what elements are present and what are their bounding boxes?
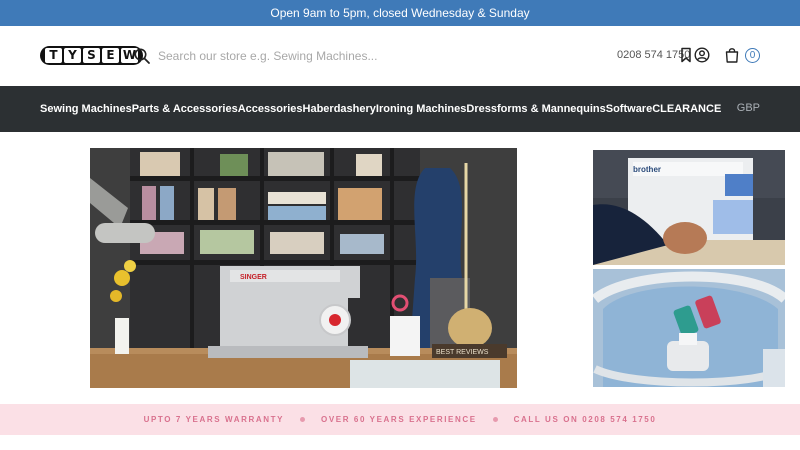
site-logo[interactable]: T Y S E W [40, 45, 143, 65]
announcement-text: Open 9am to 5pm, closed Wednesday & Sund… [270, 6, 530, 20]
logo-mark: T Y S E W [40, 45, 143, 65]
side-banner-embroidery-machine[interactable]: brother [593, 150, 785, 265]
usp-call-us[interactable]: CALL US ON 0208 574 1750 [514, 415, 657, 424]
side-machine-brand: brother [633, 165, 661, 174]
nav-item-accessories[interactable]: Accessories [238, 103, 303, 115]
logo-letter: Y [64, 47, 81, 63]
hero-banner[interactable]: SINGER BEST REVIEWS [90, 148, 517, 388]
search-input[interactable] [158, 46, 458, 66]
nav-item-clearance[interactable]: CLEARANCE [652, 103, 721, 115]
usp-warranty: UPTO 7 YEARS WARRANTY [143, 415, 285, 424]
side-banner-threads[interactable] [593, 269, 785, 387]
nav-item-sewing-machines[interactable]: Sewing Machines [40, 103, 132, 115]
account-icon[interactable] [694, 47, 710, 63]
reviews-label: BEST REVIEWS [436, 349, 489, 356]
hero-image: SINGER BEST REVIEWS [90, 148, 517, 388]
nav-item-ironing-machines[interactable]: Ironing Machines [376, 103, 466, 115]
nav-item-dressforms-mannequins[interactable]: Dressforms & Mannequins [466, 103, 605, 115]
bookmark-icon[interactable] [680, 47, 692, 63]
machine-brand-label: SINGER [240, 274, 267, 281]
main-navigation: Sewing Machines Parts & Accessories Acce… [0, 86, 800, 132]
nav-item-parts-accessories[interactable]: Parts & Accessories [132, 103, 238, 115]
embroidery-machine-image: brother [593, 150, 785, 265]
currency-selector[interactable]: GBP [737, 102, 760, 114]
announcement-bar: Open 9am to 5pm, closed Wednesday & Sund… [0, 0, 800, 26]
threads-image [593, 269, 785, 387]
site-header: T Y S E W 0208 574 1750 0 [0, 26, 800, 86]
cart-icon[interactable] [725, 47, 739, 63]
search-icon[interactable] [133, 47, 151, 65]
usp-experience: OVER 60 YEARS EXPERIENCE [321, 415, 477, 424]
separator-dot [300, 417, 306, 422]
usp-strip: UPTO 7 YEARS WARRANTY OVER 60 YEARS EXPE… [0, 404, 800, 435]
logo-letter: E [102, 47, 119, 63]
logo-letter: S [83, 47, 100, 63]
nav-item-haberdashery[interactable]: Haberdashery [303, 103, 376, 115]
logo-letter: T [45, 47, 62, 63]
nav-item-software[interactable]: Software [606, 103, 652, 115]
cart-count-badge[interactable]: 0 [745, 48, 760, 63]
separator-dot [492, 417, 498, 422]
